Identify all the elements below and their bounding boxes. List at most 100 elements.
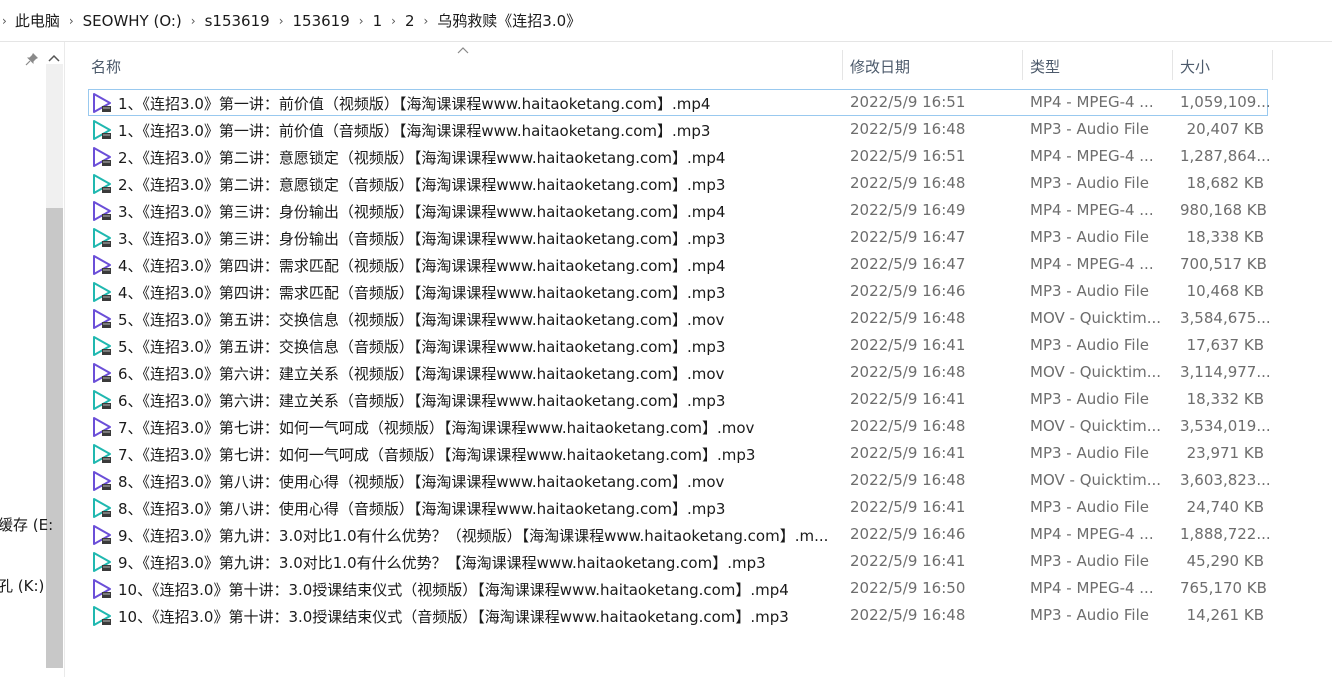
file-type: MP3 - Audio File [1030, 336, 1149, 354]
file-type: MP3 - Audio File [1030, 498, 1149, 516]
file-row[interactable]: 6、《连招3.0》第六讲：建立关系（视频版）【海淘课课程www.haitaoke… [88, 359, 1271, 386]
file-row[interactable]: 1、《连招3.0》第一讲：前价值（音频版）【海淘课课程www.haitaoket… [88, 116, 1268, 143]
file-type: MP4 - MPEG-4 ... [1030, 147, 1154, 165]
breadcrumb-item[interactable]: s153619 [205, 12, 270, 30]
file-row[interactable]: 9、《连招3.0》第九讲：3.0对比1.0有什么优势？【海淘课课程www.hai… [88, 548, 1268, 575]
file-row[interactable]: 8、《连招3.0》第八讲：使用心得（视频版）【海淘课课程www.haitaoke… [88, 467, 1271, 494]
column-divider[interactable] [1172, 50, 1173, 80]
breadcrumb-item[interactable]: 1 [373, 12, 383, 30]
file-name[interactable]: 10、《连招3.0》第十讲：3.0授课结束仪式（视频版）【海淘课课程www.ha… [118, 579, 830, 600]
chevron-right-icon[interactable]: › [191, 14, 196, 28]
file-row[interactable]: 1、《连招3.0》第一讲：前价值（视频版）【海淘课课程www.haitaoket… [88, 89, 1271, 116]
video-file-icon [93, 255, 111, 275]
column-divider[interactable] [1022, 50, 1023, 80]
file-row[interactable]: 6、《连招3.0》第六讲：建立关系（音频版）【海淘课课程www.haitaoke… [88, 386, 1268, 413]
file-name[interactable]: 5、《连招3.0》第五讲：交换信息（视频版）【海淘课课程www.haitaoke… [118, 309, 830, 330]
breadcrumb-item[interactable]: 153619 [293, 12, 350, 30]
file-name[interactable]: 2、《连招3.0》第二讲：意愿锁定（音频版）【海淘课课程www.haitaoke… [118, 174, 830, 195]
file-date: 2022/5/9 16:41 [850, 390, 966, 408]
navigation-pane[interactable]: 缓存 (E: 孔 (K:) [0, 42, 65, 677]
file-name[interactable]: 1、《连招3.0》第一讲：前价值（音频版）【海淘课课程www.haitaoket… [118, 120, 830, 141]
file-date: 2022/5/9 16:49 [850, 201, 966, 219]
file-size: 20,407 KB [1186, 120, 1264, 138]
column-name[interactable]: 名称 [91, 56, 121, 77]
file-date: 2022/5/9 16:41 [850, 444, 966, 462]
video-file-icon [93, 579, 111, 599]
file-name[interactable]: 9、《连招3.0》第九讲：3.0对比1.0有什么优势？【海淘课课程www.hai… [118, 552, 830, 573]
file-row[interactable]: 4、《连招3.0》第四讲：需求匹配（音频版）【海淘课课程www.haitaoke… [88, 278, 1268, 305]
scrollbar-thumb[interactable] [46, 208, 63, 668]
file-name[interactable]: 7、《连招3.0》第七讲：如何一气呵成（视频版）【海淘课课程www.haitao… [118, 417, 830, 438]
file-row[interactable]: 3、《连招3.0》第三讲：身份输出（音频版）【海淘课课程www.haitaoke… [88, 224, 1268, 251]
chevron-right-icon[interactable]: › [69, 14, 74, 28]
nav-item-drive-e[interactable]: 缓存 (E: [0, 514, 53, 535]
file-name[interactable]: 2、《连招3.0》第二讲：意愿锁定（视频版）【海淘课课程www.haitaoke… [118, 147, 830, 168]
chevron-right-icon[interactable]: › [2, 14, 7, 28]
file-row[interactable]: 4、《连招3.0》第四讲：需求匹配（视频版）【海淘课课程www.haitaoke… [88, 251, 1268, 278]
file-name[interactable]: 1、《连招3.0》第一讲：前价值（视频版）【海淘课课程www.haitaoket… [118, 93, 830, 114]
video-file-icon [93, 471, 111, 491]
column-date[interactable]: 修改日期 [850, 56, 910, 77]
breadcrumb-item[interactable]: 乌鸦救赎《连招3.0》 [437, 10, 581, 31]
file-size: 14,261 KB [1186, 606, 1264, 624]
chevron-right-icon[interactable]: › [391, 14, 396, 28]
file-list: 1、《连招3.0》第一讲：前价值（视频版）【海淘课课程www.haitaoket… [88, 89, 1271, 629]
file-date: 2022/5/9 16:48 [850, 120, 966, 138]
file-row[interactable]: 5、《连招3.0》第五讲：交换信息（视频版）【海淘课课程www.haitaoke… [88, 305, 1271, 332]
file-name[interactable]: 4、《连招3.0》第四讲：需求匹配（音频版）【海淘课课程www.haitaoke… [118, 282, 830, 303]
video-file-icon [93, 147, 111, 167]
file-row[interactable]: 5、《连招3.0》第五讲：交换信息（音频版）【海淘课课程www.haitaoke… [88, 332, 1268, 359]
file-name[interactable]: 6、《连招3.0》第六讲：建立关系（视频版）【海淘课课程www.haitaoke… [118, 363, 830, 384]
breadcrumb-item[interactable]: SEOWHY (O:) [83, 12, 182, 30]
chevron-right-icon[interactable]: › [359, 14, 364, 28]
file-row[interactable]: 7、《连招3.0》第七讲：如何一气呵成（视频版）【海淘课课程www.haitao… [88, 413, 1271, 440]
file-name[interactable]: 3、《连招3.0》第三讲：身份输出（音频版）【海淘课课程www.haitaoke… [118, 228, 830, 249]
file-type: MP4 - MPEG-4 ... [1030, 525, 1154, 543]
file-size: 765,170 KB [1180, 579, 1267, 597]
file-name[interactable]: 10、《连招3.0》第十讲：3.0授课结束仪式（音频版）【海淘课课程www.ha… [118, 606, 830, 627]
column-divider[interactable] [1272, 50, 1273, 80]
file-size: 24,740 KB [1186, 498, 1264, 516]
audio-file-icon [93, 498, 111, 518]
file-type: MP4 - MPEG-4 ... [1030, 201, 1154, 219]
file-type: MP4 - MPEG-4 ... [1030, 93, 1154, 111]
scroll-up-arrow-icon[interactable] [47, 52, 61, 64]
nav-item-drive-k[interactable]: 孔 (K:) [0, 575, 44, 596]
column-size[interactable]: 大小 [1180, 56, 1210, 77]
breadcrumb-item[interactable]: 此电脑 [15, 10, 60, 31]
audio-file-icon [93, 174, 111, 194]
file-row[interactable]: 10、《连招3.0》第十讲：3.0授课结束仪式（视频版）【海淘课课程www.ha… [88, 575, 1268, 602]
file-row[interactable]: 3、《连招3.0》第三讲：身份输出（视频版）【海淘课课程www.haitaoke… [88, 197, 1268, 224]
file-type: MOV - Quicktim... [1030, 309, 1160, 327]
file-row[interactable]: 2、《连招3.0》第二讲：意愿锁定（视频版）【海淘课课程www.haitaoke… [88, 143, 1271, 170]
file-date: 2022/5/9 16:46 [850, 525, 966, 543]
file-name[interactable]: 8、《连招3.0》第八讲：使用心得（视频版）【海淘课课程www.haitaoke… [118, 471, 830, 492]
file-name[interactable]: 7、《连招3.0》第七讲：如何一气呵成（音频版）【海淘课课程www.haitao… [118, 444, 830, 465]
file-type: MP4 - MPEG-4 ... [1030, 255, 1154, 273]
video-file-icon [93, 525, 111, 545]
file-name[interactable]: 3、《连招3.0》第三讲：身份输出（视频版）【海淘课课程www.haitaoke… [118, 201, 830, 222]
file-name[interactable]: 4、《连招3.0》第四讲：需求匹配（视频版）【海淘课课程www.haitaoke… [118, 255, 830, 276]
file-name[interactable]: 9、《连招3.0》第九讲：3.0对比1.0有什么优势？（视频版）【海淘课课程ww… [118, 525, 830, 546]
file-name[interactable]: 6、《连招3.0》第六讲：建立关系（音频版）【海淘课课程www.haitaoke… [118, 390, 830, 411]
file-row[interactable]: 10、《连招3.0》第十讲：3.0授课结束仪式（音频版）【海淘课课程www.ha… [88, 602, 1268, 629]
file-type: MP3 - Audio File [1030, 228, 1149, 246]
file-name[interactable]: 8、《连招3.0》第八讲：使用心得（音频版）【海淘课课程www.haitaoke… [118, 498, 830, 519]
file-row[interactable]: 7、《连招3.0》第七讲：如何一气呵成（音频版）【海淘课课程www.haitao… [88, 440, 1268, 467]
video-file-icon [93, 201, 111, 221]
file-row[interactable]: 2、《连招3.0》第二讲：意愿锁定（音频版）【海淘课课程www.haitaoke… [88, 170, 1268, 197]
chevron-right-icon[interactable]: › [279, 14, 284, 28]
audio-file-icon [93, 390, 111, 410]
file-name[interactable]: 5、《连招3.0》第五讲：交换信息（音频版）【海淘课课程www.haitaoke… [118, 336, 830, 357]
file-row[interactable]: 8、《连招3.0》第八讲：使用心得（音频版）【海淘课课程www.haitaoke… [88, 494, 1268, 521]
file-size: 700,517 KB [1180, 255, 1267, 273]
column-type[interactable]: 类型 [1030, 56, 1060, 77]
breadcrumb-item[interactable]: 2 [405, 12, 415, 30]
chevron-right-icon[interactable]: › [423, 14, 428, 28]
file-row[interactable]: 9、《连招3.0》第九讲：3.0对比1.0有什么优势？（视频版）【海淘课课程ww… [88, 521, 1271, 548]
audio-file-icon [93, 606, 111, 626]
file-size: 1,059,109... [1180, 93, 1271, 111]
column-divider[interactable] [842, 50, 843, 80]
file-size: 18,338 KB [1186, 228, 1264, 246]
pin-icon[interactable] [25, 52, 39, 66]
